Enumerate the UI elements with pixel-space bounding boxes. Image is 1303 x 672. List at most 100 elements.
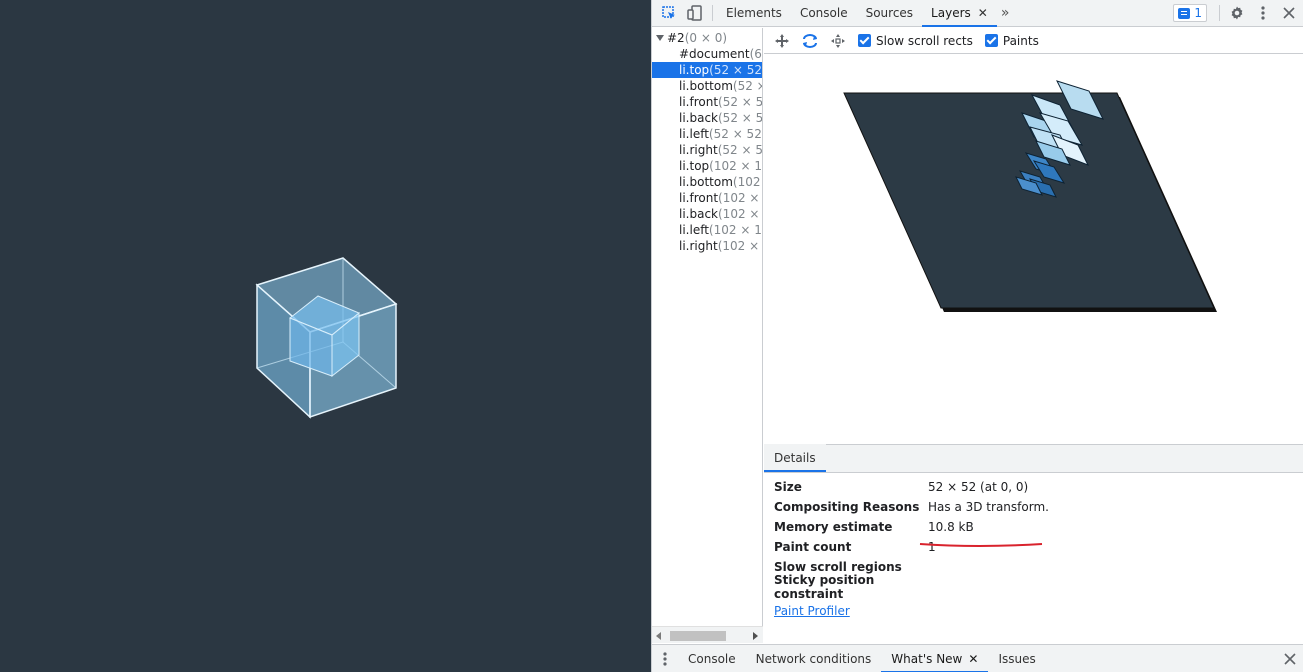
details-key: Memory estimate (774, 520, 893, 534)
drawer-tab-issues[interactable]: Issues (988, 645, 1045, 672)
drawer-tab-console[interactable]: Console (678, 645, 746, 672)
layer-tree-item[interactable]: li.back(102 × 10 (652, 206, 762, 222)
layer-name: li.bottom (679, 79, 733, 93)
tab-layers[interactable]: Layers ✕ (922, 0, 997, 27)
expand-arrow-icon[interactable] (656, 35, 664, 41)
more-tabs-icon[interactable]: » (997, 5, 1014, 21)
layer-size: (52 × 52) (708, 127, 763, 141)
paint-profiler-link[interactable]: Paint Profiler (774, 604, 850, 618)
layer-tree-item[interactable]: li.front(52 × 52) (652, 94, 762, 110)
layer-name: li.back (679, 111, 718, 125)
details-key: Compositing Reasons (774, 500, 920, 514)
details-row: Compositing Reasons Has a 3D transform. (774, 497, 1303, 517)
layer-size: (102 × 10 (717, 239, 762, 253)
drawer-tab-whats-new[interactable]: What's New ✕ (881, 645, 989, 672)
drawer-menu-icon[interactable] (652, 651, 678, 666)
layer-name: #document (679, 47, 750, 61)
tab-label: Issues (998, 651, 1036, 666)
layer-name: li.left (679, 127, 709, 141)
details-row: Sticky position constraint (774, 573, 1303, 601)
tab-label: Details (774, 451, 816, 465)
layers-main: Slow scroll rects Paints Details Size 52… (764, 28, 1303, 643)
issues-badge[interactable]: 1 (1173, 4, 1207, 22)
close-tab-icon[interactable]: ✕ (978, 6, 988, 20)
tab-label: Sources (865, 6, 914, 20)
close-tab-icon[interactable]: ✕ (968, 652, 978, 666)
layer-name: li.back (679, 207, 718, 221)
drawer-tab-network-conditions[interactable]: Network conditions (746, 645, 882, 672)
layer-name: li.left (679, 223, 709, 237)
settings-icon[interactable] (1224, 0, 1250, 26)
reset-transform-icon[interactable] (824, 29, 852, 53)
layer-name: li.top (679, 159, 710, 173)
layer-name: li.front (679, 95, 719, 109)
page-viewport (0, 0, 651, 672)
layer-name: li.front (679, 191, 719, 205)
details-body: Size 52 × 52 (at 0, 0) Compositing Reasons… (764, 473, 1303, 618)
details-row: Size 52 × 52 (at 0, 0) (774, 477, 1303, 497)
layer-size: (102 × (732, 175, 762, 189)
checkbox-checked-icon (984, 34, 998, 47)
tab-console[interactable]: Console (791, 0, 857, 27)
layer-tree-item[interactable]: li.left(52 × 52) (652, 126, 762, 142)
layer-tree-item[interactable]: li.left(102 × 102 (652, 222, 762, 238)
layer-size: (102 × 102 (708, 223, 762, 237)
tab-label: Elements (726, 6, 782, 20)
layer-size: (0 × 0) (684, 31, 728, 45)
tab-details[interactable]: Details (764, 444, 826, 472)
layer-name: #2 (667, 31, 685, 45)
horizontal-scrollbar[interactable] (652, 626, 763, 643)
scrollbar-thumb[interactable] (670, 631, 726, 641)
details-row: Memory estimate 10.8 kB (774, 517, 1303, 537)
layer-name: li.top (679, 63, 710, 77)
toolbar-divider (712, 5, 713, 21)
kebab-menu-icon[interactable] (1250, 0, 1276, 26)
layer-tree-item[interactable]: li.top(102 × 102 (652, 158, 762, 174)
tab-label: Console (799, 6, 848, 20)
tree-root[interactable]: #2(0 × 0) (652, 30, 762, 46)
layer-tree: #2(0 × 0) #document(651li.top(52 × 52)li… (652, 28, 763, 628)
layer-tree-item[interactable]: li.right(52 × 52) (652, 142, 762, 158)
rotate-mode-icon[interactable] (796, 29, 824, 53)
details-value: Has a 3D transform. (928, 500, 1049, 514)
layer-size: (52 × 52) (718, 95, 763, 109)
details-pane: Details Size 52 × 52 (at 0, 0) Compositing… (764, 444, 1303, 643)
slow-scroll-rects-checkbox[interactable]: Slow scroll rects (858, 34, 973, 48)
pan-mode-icon[interactable] (768, 29, 796, 53)
tab-label: Layers (931, 6, 971, 20)
tab-sources[interactable]: Sources (857, 0, 922, 27)
drawer-tabbar: Console Network conditions What's New ✕ I… (652, 644, 1303, 672)
layer-tree-item[interactable]: li.bottom(52 × 5 (652, 78, 762, 94)
layer-size: (651 (749, 47, 762, 61)
scroll-right-icon[interactable] (753, 632, 758, 640)
toolbar-divider (1219, 5, 1220, 21)
paints-checkbox[interactable]: Paints (984, 34, 1039, 48)
devtools-panel: Elements Console Sources Layers ✕ » 1 #2… (651, 0, 1303, 672)
cube-3d (255, 257, 398, 419)
details-tabbar: Details (764, 444, 1303, 473)
layer-tree-item[interactable]: li.right(102 × 10 (652, 238, 762, 254)
layers-toolbar: Slow scroll rects Paints (764, 28, 1303, 54)
screen: Elements Console Sources Layers ✕ » 1 #2… (0, 0, 1303, 672)
close-icon[interactable] (1276, 0, 1302, 26)
layer-size: (52 × 52) (718, 111, 763, 125)
layer-size: (102 × 10 (718, 191, 762, 205)
details-key: Slow scroll regions (774, 560, 902, 574)
details-key: Size (774, 480, 802, 494)
layer-tree-item[interactable]: li.back(52 × 52) (652, 110, 762, 126)
inspect-icon[interactable] (656, 0, 682, 26)
layer-tree-item[interactable]: li.front(102 × 10 (652, 190, 762, 206)
details-key: Paint count (774, 540, 852, 554)
tab-elements[interactable]: Elements (717, 0, 791, 27)
scroll-left-icon[interactable] (656, 632, 661, 640)
layer-name: li.bottom (679, 175, 733, 189)
tab-label: Console (688, 651, 736, 666)
layer-name: li.right (679, 143, 718, 157)
device-toolbar-icon[interactable] (682, 0, 708, 26)
layers-3d-svg (843, 80, 1217, 312)
layers-3d-view[interactable] (764, 55, 1303, 444)
layer-tree-item[interactable]: li.bottom(102 × (652, 174, 762, 190)
layer-tree-item[interactable]: li.top(52 × 52) (652, 62, 762, 78)
close-drawer-icon[interactable] (1276, 652, 1303, 665)
layer-tree-item[interactable]: #document(651 (652, 46, 762, 62)
